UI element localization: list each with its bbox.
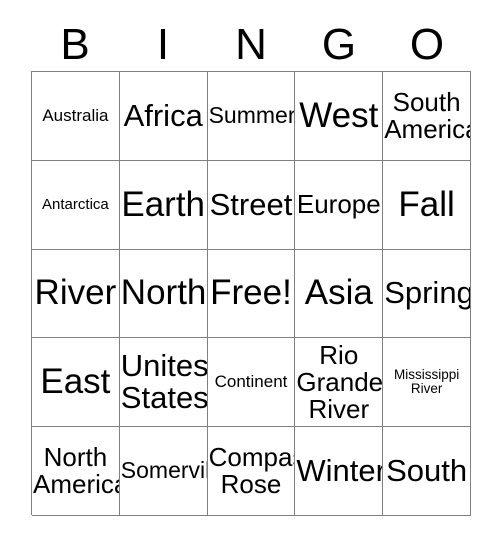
bingo-row: River North Free! Asia Spring: [32, 249, 471, 339]
bingo-cell-label: North: [120, 273, 207, 313]
bingo-cell[interactable]: Australia: [32, 72, 120, 161]
bingo-cell-label: Rio Grande River: [296, 339, 384, 424]
bingo-cell[interactable]: Asia: [295, 249, 384, 339]
bingo-cell-label: Unites States: [120, 348, 208, 416]
bingo-cell-label: Continent: [214, 372, 288, 392]
bingo-cell[interactable]: Europe: [295, 160, 384, 250]
bingo-cell[interactable]: Compass Rose: [207, 427, 296, 516]
bingo-cell[interactable]: Unites States: [119, 338, 208, 428]
bingo-row: North America Somerville Compass Rose Wi…: [32, 427, 471, 516]
bingo-cell-label: Spring: [384, 275, 471, 311]
bingo-cell-label: Africa: [123, 97, 203, 133]
bingo-cell[interactable]: Street: [207, 160, 296, 250]
bingo-cell-label: Europe: [296, 189, 381, 220]
bingo-cell-label: South America: [384, 86, 471, 144]
header-letter-b: B: [60, 19, 90, 69]
bingo-cell[interactable]: West: [295, 72, 384, 161]
bingo-card: B I N G O Australia Africa Summer West S…: [0, 0, 500, 544]
bingo-cell[interactable]: Spring: [383, 249, 471, 339]
bingo-cell-label: East: [40, 362, 111, 402]
bingo-cell-label: North America: [33, 442, 120, 500]
header-letter-n: N: [235, 19, 267, 69]
bingo-cell[interactable]: South: [383, 427, 471, 516]
bingo-cell-label: Street: [209, 186, 293, 222]
bingo-cell-label: Summer: [208, 101, 296, 128]
bingo-row: Australia Africa Summer West South Ameri…: [32, 72, 471, 161]
bingo-grid: Australia Africa Summer West South Ameri…: [31, 71, 471, 516]
bingo-cell[interactable]: Winter: [295, 427, 384, 516]
bingo-cell[interactable]: Earth: [119, 160, 208, 250]
bingo-cell[interactable]: South America: [383, 72, 471, 161]
bingo-cell[interactable]: Fall: [383, 160, 471, 250]
header-letter-o: O: [409, 19, 445, 69]
bingo-cell[interactable]: Rio Grande River: [295, 338, 384, 428]
bingo-cell-free[interactable]: Free!: [207, 249, 296, 339]
bingo-row: East Unites States Continent Rio Grande …: [32, 338, 471, 428]
bingo-cell-label: Winter: [296, 452, 384, 488]
bingo-cell[interactable]: Somerville: [119, 427, 208, 516]
bingo-cell-label: Australia: [42, 106, 109, 126]
bingo-cell[interactable]: Continent: [207, 338, 296, 428]
bingo-cell-label: West: [299, 95, 379, 135]
bingo-cell-label: Antarctica: [42, 195, 109, 213]
bingo-cell-label: Somerville: [120, 457, 207, 484]
header-letter-i: I: [156, 19, 170, 69]
bingo-row: Antarctica Earth Street Europe Fall: [32, 160, 471, 250]
bingo-cell-label: South: [386, 452, 468, 488]
bingo-cell[interactable]: North America: [32, 427, 120, 516]
header-letter-g: G: [321, 19, 357, 69]
bingo-cell-label: Fall: [398, 184, 455, 224]
bingo-cell-label: Free!: [210, 273, 292, 313]
bingo-cell-label: Earth: [121, 184, 206, 224]
bingo-cell[interactable]: River: [32, 249, 120, 339]
bingo-cell-label: Asia: [304, 273, 373, 313]
bingo-cell[interactable]: East: [32, 338, 120, 428]
bingo-header: B I N G O: [31, 18, 471, 71]
bingo-cell-label: Compass Rose: [208, 442, 295, 500]
bingo-cell[interactable]: Africa: [119, 72, 208, 161]
bingo-cell-label: River: [34, 273, 117, 313]
bingo-cell[interactable]: North: [119, 249, 208, 339]
bingo-cell[interactable]: Antarctica: [32, 160, 120, 250]
bingo-cell-label: Mississippi River: [393, 367, 460, 397]
bingo-cell[interactable]: Mississippi River: [383, 338, 471, 428]
bingo-cell[interactable]: Summer: [207, 72, 296, 161]
